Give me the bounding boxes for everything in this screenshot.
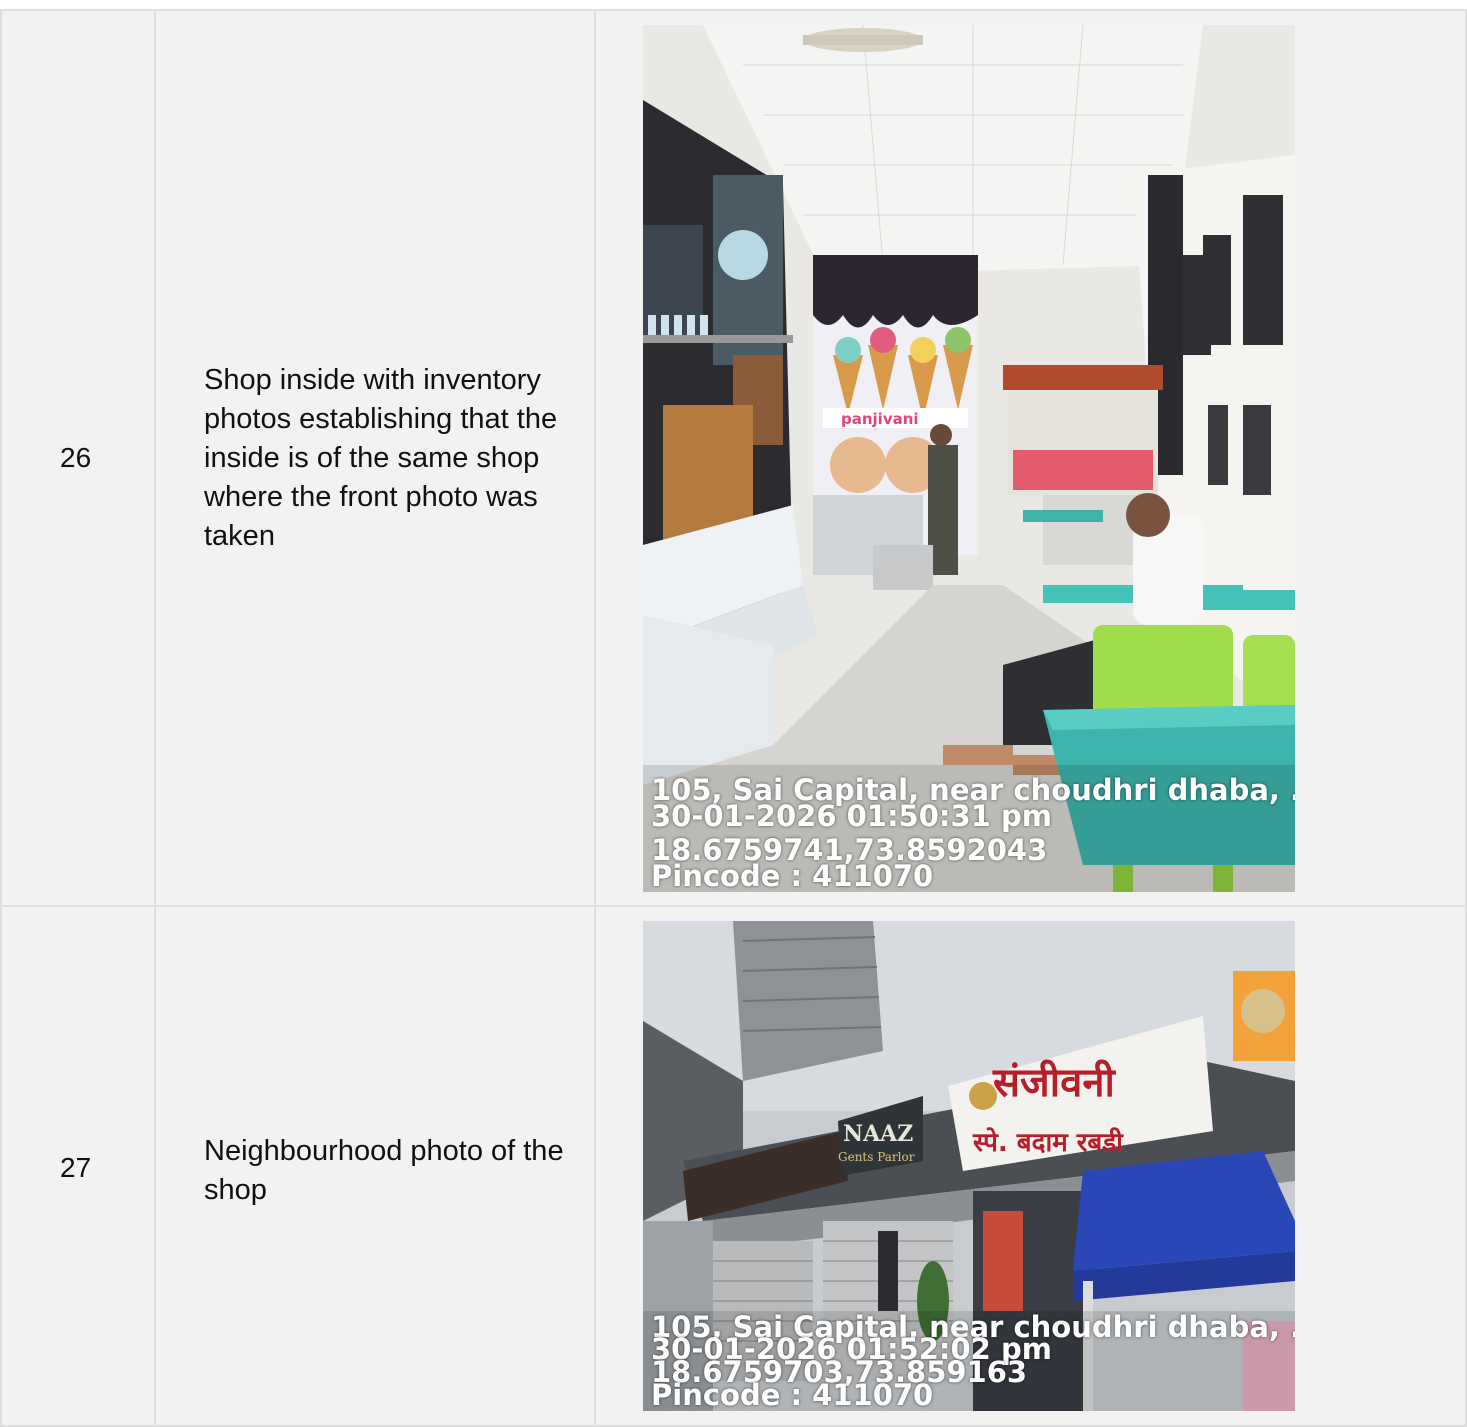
- shop-inside-photo[interactable]: panjivani 105, Sai Capital, near choudhr…: [643, 24, 1295, 892]
- row-number-cell: 26: [0, 9, 156, 907]
- sign-marathi: संजीवनी: [992, 1059, 1117, 1106]
- row-description: Neighbourhood photo of the shop: [204, 1135, 564, 1206]
- photo-report-table: 26 Shop inside with inventory photos est…: [0, 9, 1467, 1427]
- shop-inside-illustration: panjivani: [643, 24, 1295, 892]
- neighbourhood-photo[interactable]: NAAZ Gents Parlor संजीवनी स्पे. बदाम रबड…: [643, 921, 1295, 1411]
- table-row: 27 Neighbourhood photo of the shop NAAZ …: [0, 905, 1467, 1427]
- table-row: 26 Shop inside with inventory photos est…: [0, 9, 1467, 907]
- sign-naaz: NAAZ: [843, 1121, 913, 1147]
- description-cell: Shop inside with inventory photos establ…: [154, 9, 596, 907]
- photo-cell: panjivani 105, Sai Capital, near choudhr…: [594, 9, 1467, 907]
- sign-naaz-sub: Gents Parlor: [838, 1150, 915, 1164]
- geotag-stamp: 105, Sai Capital, near choudhri dhaba, .…: [651, 775, 1295, 891]
- row-number: 26: [60, 442, 92, 473]
- description-cell: Neighbourhood photo of the shop: [154, 905, 596, 1427]
- sign-marathi-sub: स्पे. बदाम रबडी: [972, 1127, 1124, 1158]
- row-description: Shop inside with inventory photos establ…: [204, 363, 558, 552]
- poster-brand: panjivani: [841, 410, 919, 428]
- geotag-stamp: 105, Sai Capital, near choudhri dhaba, .…: [651, 1313, 1295, 1410]
- photo-cell: NAAZ Gents Parlor संजीवनी स्पे. बदाम रबड…: [594, 905, 1467, 1427]
- row-number: 27: [60, 1152, 92, 1183]
- row-number-cell: 27: [0, 905, 156, 1427]
